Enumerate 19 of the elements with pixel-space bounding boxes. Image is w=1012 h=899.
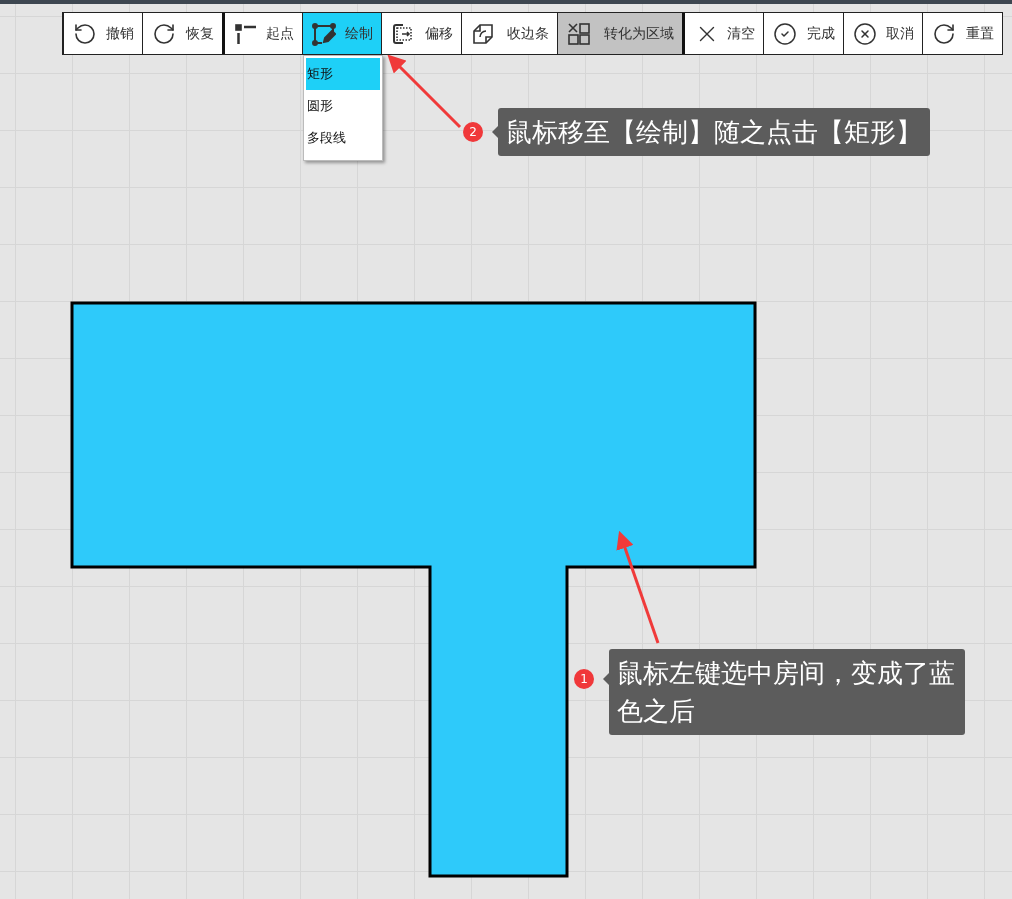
toolbar-button[interactable]: 绘制 [302,13,381,54]
start-point-icon [234,21,258,46]
grid-blocks-icon [567,21,591,46]
edge-strip-icon [471,21,495,46]
step-badge: 1 [574,669,594,689]
menu-item[interactable]: 多段线 [306,122,380,154]
check-circle-icon [773,21,797,46]
menu-item[interactable]: 圆形 [306,90,380,122]
annotation-text: 鼠标移至【绘制】随之点击【矩形】 [498,108,930,156]
menu-item[interactable]: 矩形 [306,58,380,90]
step-badge: 2 [463,122,483,142]
draw-shape-icon [312,21,336,46]
offset-icon [391,21,415,46]
toolbar-button[interactable]: 转化为区域 [557,13,682,54]
cancel-circle-icon [853,21,877,46]
annotation-text: 鼠标左键选中房间，变成了蓝色之后 [609,649,965,735]
undo-icon [73,21,97,46]
reset-icon [932,21,956,46]
redo-icon [152,21,176,46]
